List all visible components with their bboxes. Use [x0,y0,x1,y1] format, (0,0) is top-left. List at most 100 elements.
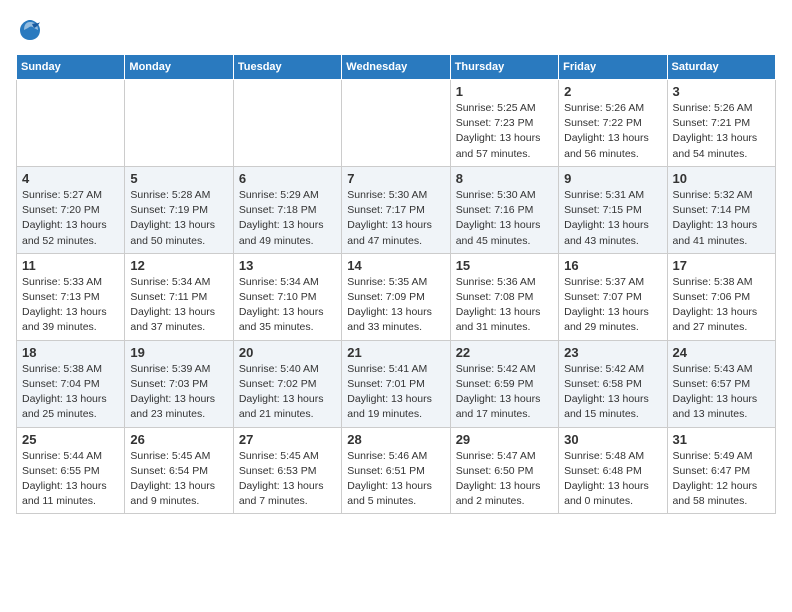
calendar-cell: 19 Sunrise: 5:39 AM Sunset: 7:03 PM Dayli… [125,340,233,427]
day-number: 14 [347,258,444,273]
day-number: 4 [22,171,119,186]
calendar-cell: 25Sunrise: 5:44 AM Sunset: 6:55 PM Dayli… [17,427,125,514]
day-info: Sunrise: 5:45 AM Sunset: 6:54 PM Dayligh… [130,449,227,510]
day-info: Sunrise: 5:34 AM Sunset: 7:10 PM Dayligh… [239,275,336,336]
calendar-week-3: 11 Sunrise: 5:33 AM Sunset: 7:13 PM Dayli… [17,253,776,340]
day-number: 17 [673,258,770,273]
day-info: Sunrise: 5:48 AM Sunset: 6:48 PM Dayligh… [564,449,661,510]
calendar-cell: 18Sunrise: 5:38 AM Sunset: 7:04 PM Dayli… [17,340,125,427]
day-info: Sunrise: 5:35 AM Sunset: 7:09 PM Dayligh… [347,275,444,336]
calendar-header-friday: Friday [559,55,667,80]
calendar-cell: 1Sunrise: 5:25 AM Sunset: 7:23 PM Daylig… [450,80,558,167]
day-info: Sunrise: 5:30 AM Sunset: 7:16 PM Dayligh… [456,188,553,249]
day-number: 26 [130,432,227,447]
day-info: Sunrise: 5:36 AM Sunset: 7:08 PM Dayligh… [456,275,553,336]
day-info: Sunrise: 5:25 AM Sunset: 7:23 PM Dayligh… [456,101,553,162]
calendar-cell: 23 Sunrise: 5:42 AM Sunset: 6:58 PM Dayli… [559,340,667,427]
calendar-cell: 27 Sunrise: 5:45 AM Sunset: 6:53 PM Dayli… [233,427,341,514]
calendar-cell: 29Sunrise: 5:47 AM Sunset: 6:50 PM Dayli… [450,427,558,514]
calendar-cell: 7Sunrise: 5:30 AM Sunset: 7:17 PM Daylig… [342,166,450,253]
calendar-header-wednesday: Wednesday [342,55,450,80]
calendar-cell: 20 Sunrise: 5:40 AM Sunset: 7:02 PM Dayli… [233,340,341,427]
calendar-cell: 10Sunrise: 5:32 AM Sunset: 7:14 PM Dayli… [667,166,775,253]
day-number: 16 [564,258,661,273]
calendar-header-sunday: Sunday [17,55,125,80]
day-info: Sunrise: 5:27 AM Sunset: 7:20 PM Dayligh… [22,188,119,249]
calendar-cell: 8 Sunrise: 5:30 AM Sunset: 7:16 PM Daylig… [450,166,558,253]
day-number: 5 [130,171,227,186]
calendar-cell: 6Sunrise: 5:29 AM Sunset: 7:18 PM Daylig… [233,166,341,253]
day-number: 21 [347,345,444,360]
calendar-cell [233,80,341,167]
day-info: Sunrise: 5:42 AM Sunset: 6:58 PM Dayligh… [564,362,661,423]
day-number: 31 [673,432,770,447]
calendar-cell: 17 Sunrise: 5:38 AM Sunset: 7:06 PM Dayli… [667,253,775,340]
day-info: Sunrise: 5:37 AM Sunset: 7:07 PM Dayligh… [564,275,661,336]
day-info: Sunrise: 5:38 AM Sunset: 7:06 PM Dayligh… [673,275,770,336]
day-info: Sunrise: 5:30 AM Sunset: 7:17 PM Dayligh… [347,188,444,249]
calendar-week-1: 1Sunrise: 5:25 AM Sunset: 7:23 PM Daylig… [17,80,776,167]
day-info: Sunrise: 5:46 AM Sunset: 6:51 PM Dayligh… [347,449,444,510]
calendar: SundayMondayTuesdayWednesdayThursdayFrid… [16,54,776,514]
calendar-cell: 30 Sunrise: 5:48 AM Sunset: 6:48 PM Dayli… [559,427,667,514]
calendar-cell: 22Sunrise: 5:42 AM Sunset: 6:59 PM Dayli… [450,340,558,427]
day-info: Sunrise: 5:31 AM Sunset: 7:15 PM Dayligh… [564,188,661,249]
calendar-header-tuesday: Tuesday [233,55,341,80]
calendar-cell: 2 Sunrise: 5:26 AM Sunset: 7:22 PM Daylig… [559,80,667,167]
calendar-cell: 26 Sunrise: 5:45 AM Sunset: 6:54 PM Dayli… [125,427,233,514]
day-info: Sunrise: 5:47 AM Sunset: 6:50 PM Dayligh… [456,449,553,510]
day-info: Sunrise: 5:39 AM Sunset: 7:03 PM Dayligh… [130,362,227,423]
calendar-cell: 16 Sunrise: 5:37 AM Sunset: 7:07 PM Dayli… [559,253,667,340]
day-number: 24 [673,345,770,360]
calendar-cell: 12Sunrise: 5:34 AM Sunset: 7:11 PM Dayli… [125,253,233,340]
logo-bird-icon [16,16,44,44]
calendar-cell: 9 Sunrise: 5:31 AM Sunset: 7:15 PM Daylig… [559,166,667,253]
header [16,16,776,44]
day-info: Sunrise: 5:49 AM Sunset: 6:47 PM Dayligh… [673,449,770,510]
day-info: Sunrise: 5:33 AM Sunset: 7:13 PM Dayligh… [22,275,119,336]
calendar-cell: 4 Sunrise: 5:27 AM Sunset: 7:20 PM Daylig… [17,166,125,253]
day-number: 22 [456,345,553,360]
calendar-cell [342,80,450,167]
day-number: 6 [239,171,336,186]
day-number: 3 [673,84,770,99]
calendar-cell [17,80,125,167]
calendar-cell: 5 Sunrise: 5:28 AM Sunset: 7:19 PM Daylig… [125,166,233,253]
calendar-week-5: 25Sunrise: 5:44 AM Sunset: 6:55 PM Dayli… [17,427,776,514]
day-info: Sunrise: 5:40 AM Sunset: 7:02 PM Dayligh… [239,362,336,423]
day-info: Sunrise: 5:45 AM Sunset: 6:53 PM Dayligh… [239,449,336,510]
calendar-header-thursday: Thursday [450,55,558,80]
day-info: Sunrise: 5:28 AM Sunset: 7:19 PM Dayligh… [130,188,227,249]
day-info: Sunrise: 5:44 AM Sunset: 6:55 PM Dayligh… [22,449,119,510]
day-number: 15 [456,258,553,273]
day-number: 27 [239,432,336,447]
day-info: Sunrise: 5:26 AM Sunset: 7:21 PM Dayligh… [673,101,770,162]
day-number: 30 [564,432,661,447]
day-info: Sunrise: 5:26 AM Sunset: 7:22 PM Dayligh… [564,101,661,162]
day-number: 20 [239,345,336,360]
calendar-week-4: 18Sunrise: 5:38 AM Sunset: 7:04 PM Dayli… [17,340,776,427]
calendar-cell: 14 Sunrise: 5:35 AM Sunset: 7:09 PM Dayli… [342,253,450,340]
day-number: 19 [130,345,227,360]
calendar-cell: 3 Sunrise: 5:26 AM Sunset: 7:21 PM Daylig… [667,80,775,167]
day-number: 9 [564,171,661,186]
calendar-cell: 24Sunrise: 5:43 AM Sunset: 6:57 PM Dayli… [667,340,775,427]
calendar-cell: 11 Sunrise: 5:33 AM Sunset: 7:13 PM Dayli… [17,253,125,340]
calendar-cell: 13 Sunrise: 5:34 AM Sunset: 7:10 PM Dayli… [233,253,341,340]
day-number: 10 [673,171,770,186]
day-number: 11 [22,258,119,273]
day-number: 8 [456,171,553,186]
logo [16,16,48,44]
day-number: 18 [22,345,119,360]
calendar-cell: 28 Sunrise: 5:46 AM Sunset: 6:51 PM Dayli… [342,427,450,514]
calendar-cell: 31 Sunrise: 5:49 AM Sunset: 6:47 PM Dayli… [667,427,775,514]
day-number: 2 [564,84,661,99]
day-number: 12 [130,258,227,273]
calendar-week-2: 4 Sunrise: 5:27 AM Sunset: 7:20 PM Daylig… [17,166,776,253]
calendar-cell [125,80,233,167]
day-number: 28 [347,432,444,447]
day-number: 23 [564,345,661,360]
calendar-header-row: SundayMondayTuesdayWednesdayThursdayFrid… [17,55,776,80]
day-number: 13 [239,258,336,273]
calendar-cell: 15 Sunrise: 5:36 AM Sunset: 7:08 PM Dayli… [450,253,558,340]
